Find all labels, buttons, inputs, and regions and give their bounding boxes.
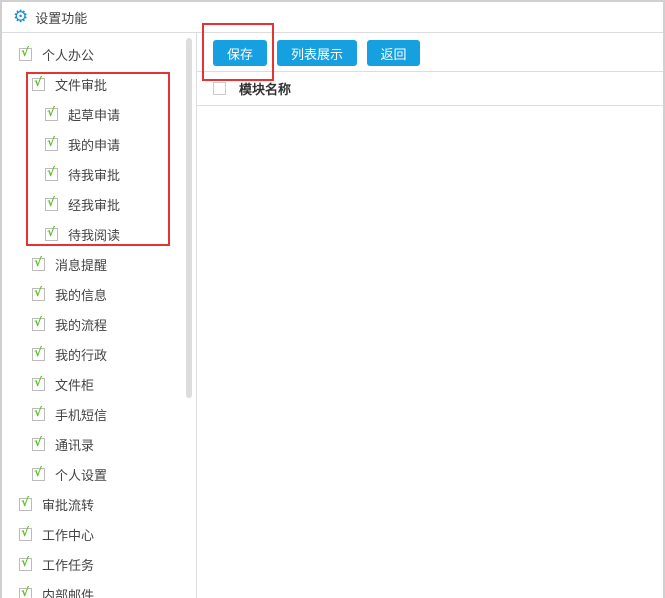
tree-item-label: 待我审批: [68, 168, 121, 184]
tree-item-label: 个人设置: [55, 468, 108, 484]
tree-item[interactable]: 经我审批: [45, 194, 120, 214]
save-button[interactable]: 保存: [213, 40, 267, 66]
checkbox-checked-icon[interactable]: [32, 255, 45, 271]
tree-scrollbar[interactable]: [186, 38, 192, 398]
tree-item-label: 待我阅读: [68, 228, 121, 244]
checkbox-checked-icon[interactable]: [45, 225, 58, 241]
tree-item[interactable]: 个人办公: [19, 44, 94, 64]
tree-item-label: 通讯录: [55, 438, 95, 454]
tree-item[interactable]: 我的行政: [32, 344, 107, 364]
checkbox-checked-icon[interactable]: [19, 585, 32, 598]
tree-item-label: 经我审批: [68, 198, 121, 214]
checkbox-checked-icon[interactable]: [32, 345, 45, 361]
tree-item-label: 内部邮件: [42, 588, 95, 598]
checkbox-checked-icon[interactable]: [45, 135, 58, 151]
list-view-button[interactable]: 列表展示: [277, 40, 357, 66]
tree-item[interactable]: 工作中心: [19, 524, 94, 544]
tree-item[interactable]: 手机短信: [32, 404, 107, 424]
tree-item-label: 文件柜: [55, 378, 95, 394]
main-panel: 保存 列表展示 返回 模块名称: [197, 33, 663, 598]
checkbox-checked-icon[interactable]: [19, 555, 32, 571]
panel-header: ⚙ 设置功能: [2, 2, 663, 33]
tree-item[interactable]: 审批流转: [19, 494, 94, 514]
tree-item[interactable]: 内部邮件: [19, 584, 94, 598]
tree-item-label: 我的行政: [55, 348, 108, 364]
tree-item[interactable]: 我的信息: [32, 284, 107, 304]
checkbox-checked-icon[interactable]: [32, 405, 45, 421]
tree-item-label: 审批流转: [42, 498, 95, 514]
checkbox-checked-icon[interactable]: [45, 165, 58, 181]
checkbox-checked-icon[interactable]: [45, 105, 58, 121]
panel-title: 设置功能: [35, 11, 88, 27]
checkbox-checked-icon[interactable]: [32, 315, 45, 331]
select-all-checkbox[interactable]: [213, 82, 226, 95]
toolbar: 保存 列表展示 返回: [197, 33, 663, 72]
tree-item[interactable]: 工作任务: [19, 554, 94, 574]
tree-item[interactable]: 我的申请: [45, 134, 120, 154]
tree-item-label: 工作中心: [42, 528, 95, 544]
checkbox-checked-icon[interactable]: [45, 195, 58, 211]
checkbox-checked-icon[interactable]: [19, 525, 32, 541]
tree-item[interactable]: 待我审批: [45, 164, 120, 184]
tree-item-label: 消息提醒: [55, 258, 108, 274]
gear-icon: ⚙: [13, 6, 29, 27]
checkbox-checked-icon[interactable]: [19, 495, 32, 511]
tree-item[interactable]: 个人设置: [32, 464, 107, 484]
tree-item[interactable]: 文件审批: [32, 74, 107, 94]
tree-item-label: 个人办公: [42, 48, 95, 64]
checkbox-checked-icon[interactable]: [32, 435, 45, 451]
tree-item-label: 我的流程: [55, 318, 108, 334]
tree-item-label: 工作任务: [42, 558, 95, 574]
checkbox-checked-icon[interactable]: [32, 375, 45, 391]
module-tree: 个人办公文件审批起草申请我的申请待我审批经我审批待我阅读消息提醒我的信息我的流程…: [2, 33, 197, 598]
checkbox-checked-icon[interactable]: [32, 465, 45, 481]
tree-item-label: 文件审批: [55, 78, 108, 94]
tree-item-label: 手机短信: [55, 408, 108, 424]
checkbox-checked-icon[interactable]: [19, 45, 32, 61]
column-module-name: 模块名称: [239, 83, 292, 98]
table-header: 模块名称: [197, 72, 663, 106]
checkbox-checked-icon[interactable]: [32, 75, 45, 91]
tree-item-label: 我的申请: [68, 138, 121, 154]
tree-item-label: 我的信息: [55, 288, 108, 304]
checkbox-checked-icon[interactable]: [32, 285, 45, 301]
tree-item[interactable]: 消息提醒: [32, 254, 107, 274]
tree-item[interactable]: 待我阅读: [45, 224, 120, 244]
back-button[interactable]: 返回: [367, 40, 420, 66]
tree-item[interactable]: 通讯录: [32, 434, 94, 454]
tree-item[interactable]: 我的流程: [32, 314, 107, 334]
tree-item[interactable]: 起草申请: [45, 104, 120, 124]
tree-item-label: 起草申请: [68, 108, 121, 124]
tree-item[interactable]: 文件柜: [32, 374, 94, 394]
